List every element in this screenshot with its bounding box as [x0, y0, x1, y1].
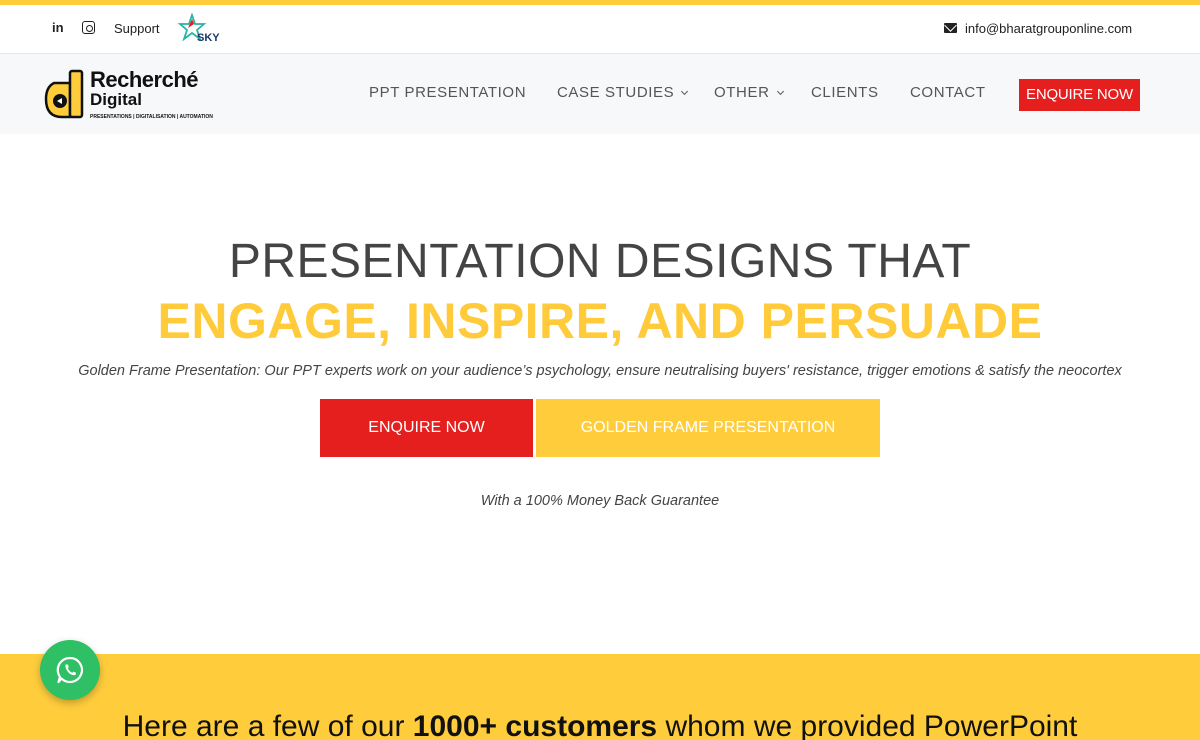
chevron-down-icon: [681, 87, 689, 96]
site-logo[interactable]: Recherché Digital PRESENTATIONS | DIGITA…: [44, 67, 224, 123]
nav-item-label: CONTACT: [910, 84, 986, 101]
hero-section: PRESENTATION DESIGNS THAT ENGAGE, INSPIR…: [0, 134, 1200, 654]
nav-enquire-now-button[interactable]: ENQUIRE NOW: [1019, 79, 1140, 111]
hero-subtitle: Golden Frame Presentation: Our PPT exper…: [78, 363, 1122, 379]
customers-count: 1000+ customers: [412, 710, 658, 740]
nav-item-label: CASE STUDIES: [557, 84, 675, 101]
chevron-down-icon: [776, 87, 784, 96]
nav-item-clients[interactable]: CLIENTS: [811, 84, 879, 101]
instagram-icon[interactable]: [82, 21, 95, 34]
partner-logo-text: SKY: [197, 32, 220, 44]
nav-item-contact[interactable]: CONTACT: [910, 84, 986, 101]
top-bar: in Support SKY info@bharatgrouponline.co…: [0, 5, 1200, 54]
envelope-icon: [944, 23, 957, 33]
nav-item-label: OTHER: [714, 84, 770, 101]
main-navbar: Recherché Digital PRESENTATIONS | DIGITA…: [0, 54, 1200, 134]
support-link[interactable]: Support: [114, 21, 160, 36]
customers-band: Here are a few of our 1000+ customers wh…: [0, 654, 1200, 740]
whatsapp-icon: [56, 656, 84, 684]
golden-frame-presentation-button[interactable]: GOLDEN FRAME PRESENTATION: [536, 399, 880, 457]
nav-item-case-studies[interactable]: CASE STUDIES: [557, 84, 689, 101]
nav-item-other[interactable]: OTHER: [714, 84, 784, 101]
customers-heading-prefix: Here are a few of our: [122, 710, 413, 740]
hero-title-line1: PRESENTATION DESIGNS THAT: [228, 235, 972, 288]
customers-heading-suffix: whom we provided PowerPoint: [657, 710, 1078, 740]
hero-title-line2: ENGAGE, INSPIRE, AND PERSUADE: [157, 293, 1043, 349]
nav-item-label: PPT PRESENTATION: [369, 84, 527, 101]
linkedin-icon[interactable]: in: [52, 20, 64, 35]
nav-item-ppt-presentation[interactable]: PPT PRESENTATION: [369, 84, 526, 101]
nav-item-label: CLIENTS: [811, 84, 879, 101]
email-link[interactable]: info@bharatgrouponline.com: [965, 21, 1132, 36]
partner-sky-logo[interactable]: SKY: [178, 13, 220, 47]
brand-sub: Digital: [90, 90, 142, 109]
brand-tagline: PRESENTATIONS | DIGITALISATION | AUTOMAT…: [90, 114, 213, 120]
money-back-guarantee-text: With a 100% Money Back Guarantee: [480, 493, 720, 509]
enquire-now-button[interactable]: ENQUIRE NOW: [320, 399, 533, 457]
whatsapp-chat-button[interactable]: [40, 640, 100, 700]
logo-mark-icon: [44, 69, 84, 119]
customers-heading: Here are a few of our 1000+ customers wh…: [0, 710, 1200, 740]
